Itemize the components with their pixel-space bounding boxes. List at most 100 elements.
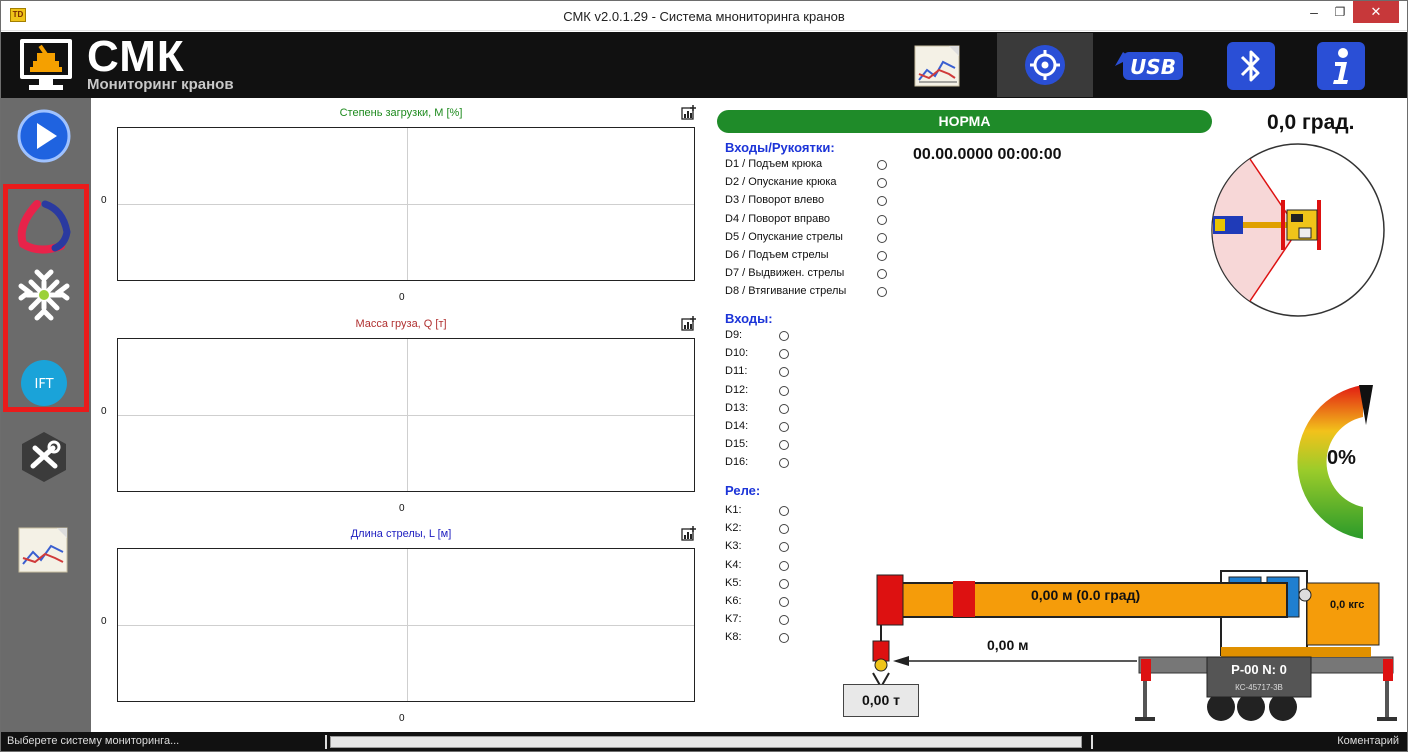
y-tick-label: 0 [101, 195, 107, 206]
io-label: K2: [725, 522, 742, 535]
chart-plot-area [117, 548, 695, 702]
io-indicator-dot [877, 214, 887, 225]
io-indicator-dot [779, 524, 789, 535]
io-indicator-dot [877, 287, 887, 298]
play-icon[interactable] [15, 107, 73, 165]
crane-monitor-logo-icon [20, 39, 72, 90]
add-chart-icon[interactable] [681, 526, 697, 542]
io-label: D2 / Опускание крюка [725, 176, 837, 189]
io-indicator-dot [779, 349, 789, 360]
progress-bar [330, 736, 1082, 748]
io-label: D8 / Втягивание стрелы [725, 285, 847, 298]
status-bar: Выберете систему мониторинга... Коментар… [1, 732, 1407, 751]
io-label: D16: [725, 456, 749, 469]
io-indicator-dot [779, 615, 789, 626]
load-mass-value: 0,00 т [843, 684, 919, 717]
io-label: K7: [725, 613, 742, 626]
crane-model: КС-45717-3В [1235, 683, 1283, 692]
io-label: D4 / Поворот вправо [725, 212, 831, 225]
red-blue-logo-icon[interactable] [15, 198, 73, 256]
load-mass-chart: Масса груза, Q [т] 0 0 [91, 316, 705, 523]
chart-icon[interactable] [911, 40, 963, 92]
io-label: D1 / Подъем крюка [725, 158, 823, 170]
relays-heading: Реле: [725, 483, 761, 498]
io-label: D15: [725, 438, 749, 451]
add-chart-icon[interactable] [681, 316, 697, 332]
y-tick-label: 0 [101, 616, 107, 627]
io-indicator-dot [877, 160, 887, 170]
io-label: D13: [725, 401, 749, 414]
target-icon [1025, 45, 1065, 85]
io-indicator-dot [779, 542, 789, 553]
status-indicator: НОРМА [717, 110, 1212, 133]
io-indicator-dot [877, 178, 887, 189]
usb-label: USB [1130, 55, 1176, 79]
io-indicator-dot [877, 196, 887, 207]
status-comment: Коментарий [1337, 735, 1399, 747]
io-label: D9: [725, 329, 743, 341]
target-button[interactable] [997, 33, 1093, 97]
io-indicator-dot [779, 367, 789, 378]
app-window: TD СМК v2.0.1.29 - Система мнониторинга … [0, 0, 1408, 752]
logo-title: СМК [87, 32, 185, 81]
io-label: K6: [725, 595, 742, 607]
io-indicator-dot [779, 403, 789, 414]
boom-length-chart: Длина стрелы, L [м] 0 0 [91, 526, 705, 733]
io-indicator-dot [779, 385, 789, 396]
chart-title: Степень загрузки, М [%] [339, 107, 463, 119]
minimize-button[interactable]: – [1301, 1, 1327, 23]
io-label: D6 / Подъем стрелы [725, 249, 829, 261]
close-button[interactable]: ✕ [1353, 1, 1399, 23]
io-indicator-dot [779, 578, 789, 589]
x-tick-label: 0 [399, 713, 405, 724]
io-label: K1: [725, 504, 742, 516]
x-tick-label: 0 [399, 292, 405, 303]
info-icon[interactable] [1315, 40, 1367, 92]
ift-label: IFT [34, 377, 53, 392]
io-label: K5: [725, 576, 742, 589]
rotation-angle: 0,0 град. [1267, 111, 1355, 134]
chart-title: Длина стрелы, L [м] [350, 528, 452, 540]
chart-plot-area [117, 338, 695, 492]
crane-plate: Р-00 N: 0 [1231, 662, 1287, 677]
io-label: D11: [725, 365, 748, 378]
y-tick-label: 0 [101, 406, 107, 417]
window-title: СМК v2.0.1.29 - Система мнониторинга кра… [563, 9, 845, 24]
io-label: D5 / Опускание стрелы [725, 230, 843, 243]
io-label: K3: [725, 540, 742, 553]
app-header: СМК Мониторинг кранов USB [1, 32, 1407, 98]
io-label: D10: [725, 347, 749, 360]
snowflake-logo-icon[interactable] [15, 266, 73, 324]
io-label: D12: [725, 383, 749, 396]
force-value: 0,0 кгс [1330, 599, 1365, 611]
datetime: 00.00.0000 00:00:00 [913, 146, 1062, 163]
io-label: K8: [725, 631, 742, 644]
chart-plot-area [117, 127, 695, 281]
io-indicator-dot [779, 458, 789, 469]
io-label: D7 / Выдвижен. стрелы [725, 267, 845, 280]
io-label: K4: [725, 558, 742, 571]
io-label: D14: [725, 420, 749, 432]
io-indicator-dot [877, 232, 887, 243]
slew-angle-view [1211, 143, 1385, 317]
io-indicator-dot [779, 440, 789, 451]
tools-icon[interactable] [15, 428, 73, 486]
load-percent: 0% [1327, 447, 1356, 469]
load-degree-chart: Степень загрузки, М [%] 0 0 [91, 105, 705, 312]
add-chart-icon[interactable] [681, 105, 697, 121]
bluetooth-icon[interactable] [1225, 40, 1277, 92]
inputs-handles-heading: Входы/Рукоятки: [725, 140, 835, 155]
maximize-button[interactable]: ❐ [1327, 1, 1353, 23]
x-tick-label: 0 [399, 503, 405, 514]
sidebar: IFT [1, 98, 91, 732]
boom-length-angle: 0,00 м (0.0 град) [1031, 587, 1141, 603]
ift-logo-icon[interactable]: IFT [15, 354, 73, 412]
usb-icon[interactable]: USB [1111, 40, 1187, 92]
io-indicator-dot [877, 251, 887, 261]
reach-value: 0,00 м [987, 637, 1029, 653]
chart-icon[interactable] [15, 522, 73, 580]
io-indicator-dot [779, 331, 789, 341]
io-indicator-dot [779, 633, 789, 644]
io-indicator-dot [779, 597, 789, 607]
logo-subtitle: Мониторинг кранов [87, 76, 234, 93]
